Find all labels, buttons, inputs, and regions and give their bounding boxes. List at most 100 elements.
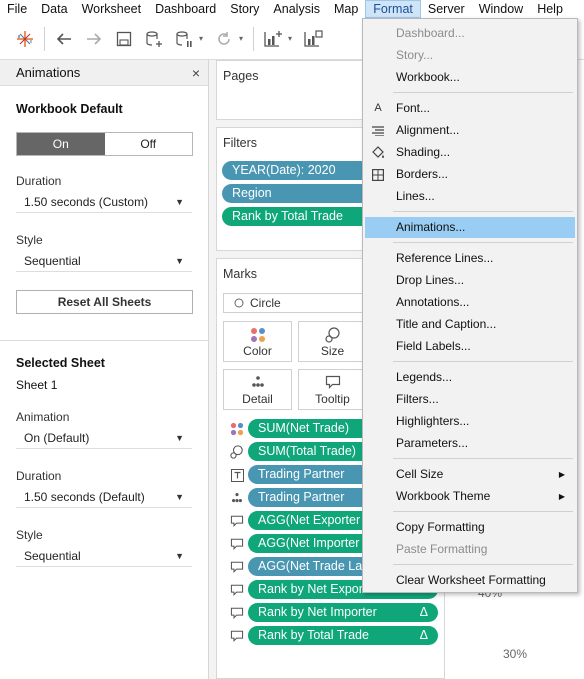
tooltip-button[interactable]: Tooltip — [298, 369, 367, 410]
menu-analysis[interactable]: Analysis — [266, 0, 327, 18]
size-button[interactable]: Size — [298, 321, 367, 362]
chevron-down-icon[interactable]: ▾ — [199, 34, 209, 43]
sheet-duration-dropdown[interactable]: 1.50 seconds (Default) ▼ — [16, 486, 192, 508]
tooltip-icon — [229, 536, 245, 552]
close-icon[interactable]: × — [192, 65, 200, 81]
menu-item-borders[interactable]: Borders... — [363, 164, 577, 185]
menu-item-drop-lines[interactable]: Drop Lines... — [363, 270, 577, 291]
tooltip-button-label: Tooltip — [315, 392, 350, 406]
menu-item-parameters[interactable]: Parameters... — [363, 433, 577, 454]
sheet-style-dropdown[interactable]: Sequential ▼ — [16, 545, 192, 567]
menu-item-story[interactable]: Story... — [363, 45, 577, 66]
menu-format[interactable]: Format — [365, 0, 421, 18]
new-datasource-icon[interactable] — [139, 24, 169, 54]
pages-card-title: Pages — [223, 69, 259, 83]
animations-pane: Animations × Workbook Default On Off Dur… — [0, 60, 209, 679]
menu-window[interactable]: Window — [472, 0, 530, 18]
menu-file[interactable]: File — [0, 0, 34, 18]
pause-updates-icon[interactable] — [169, 24, 199, 54]
detail-button-label: Detail — [242, 392, 273, 406]
detail-button[interactable]: Detail — [223, 369, 292, 410]
menu-item-alignment[interactable]: Alignment... — [363, 120, 577, 141]
menu-item-filters[interactable]: Filters... — [363, 389, 577, 410]
filter-pill[interactable]: YEAR(Date): 2020 — [222, 161, 372, 180]
animations-pane-title: Animations — [16, 65, 81, 80]
duplicate-icon[interactable] — [298, 24, 328, 54]
menu-dashboard[interactable]: Dashboard — [148, 0, 223, 18]
sheet-name: Sheet 1 — [16, 378, 58, 392]
toggle-on-button[interactable]: On — [17, 133, 105, 155]
menu-server[interactable]: Server — [421, 0, 472, 18]
duration-value: 1.50 seconds (Custom) — [24, 194, 149, 209]
reset-all-sheets-button[interactable]: Reset All Sheets — [16, 290, 193, 314]
animation-label: Animation — [16, 410, 70, 424]
menu-item-shading[interactable]: Shading... — [363, 142, 577, 163]
marks-field-label: Rank by Total Trade — [258, 628, 369, 642]
menu-separator — [393, 242, 573, 243]
filters-card-title: Filters — [223, 136, 258, 150]
shading-icon — [370, 142, 386, 163]
tooltip-icon — [299, 375, 366, 389]
menu-item-reference-lines[interactable]: Reference Lines... — [363, 248, 577, 269]
menu-data[interactable]: Data — [34, 0, 74, 18]
menu-help[interactable]: Help — [530, 0, 570, 18]
chevron-down-icon[interactable]: ▾ — [288, 34, 298, 43]
menu-item-title-and-caption[interactable]: Title and Caption... — [363, 314, 577, 335]
toggle-off-button[interactable]: Off — [104, 133, 192, 155]
marks-field-pill[interactable]: Rank by Total Trade Δ — [248, 626, 438, 645]
menu-item-lines[interactable]: Lines... — [363, 186, 577, 207]
menu-story[interactable]: Story — [223, 0, 266, 18]
color-button-label: Color — [243, 344, 272, 358]
delta-icon: Δ — [419, 628, 428, 642]
menu-item-animations[interactable]: Animations... — [365, 217, 575, 238]
new-worksheet-icon[interactable] — [258, 24, 288, 54]
menu-item-field-labels[interactable]: Field Labels... — [363, 336, 577, 357]
menu-item-highlighters[interactable]: Highlighters... — [363, 411, 577, 432]
refresh-icon[interactable] — [209, 24, 239, 54]
axis-tick-label: 30% — [503, 647, 528, 661]
marks-field-pill[interactable]: Rank by Net Importer Δ — [248, 603, 438, 622]
save-icon[interactable] — [109, 24, 139, 54]
menu-item-paste-formatting[interactable]: Paste Formatting — [363, 539, 577, 560]
alignment-icon — [370, 120, 386, 141]
sheet-duration-value: 1.50 seconds (Default) — [24, 489, 145, 504]
redo-icon[interactable] — [79, 24, 109, 54]
filter-pill[interactable]: Region — [222, 184, 372, 203]
toolbar-separator — [253, 26, 254, 51]
color-button[interactable]: Color — [223, 321, 292, 362]
font-icon: A — [374, 102, 382, 114]
menu-map[interactable]: Map — [327, 0, 365, 18]
format-menu: Dashboard... Story... Workbook... A Font… — [362, 18, 578, 593]
menu-item-legends[interactable]: Legends... — [363, 367, 577, 388]
menu-item-dashboard[interactable]: Dashboard... — [363, 23, 577, 44]
color-dots-icon — [229, 421, 245, 437]
selected-sheet-title: Selected Sheet — [16, 356, 105, 370]
menu-item-clear-worksheet-formatting[interactable]: Clear Worksheet Formatting — [363, 570, 577, 591]
menu-item-workbook-theme[interactable]: Workbook Theme ▶ — [363, 486, 577, 507]
menu-item-annotations[interactable]: Annotations... — [363, 292, 577, 313]
menu-worksheet[interactable]: Worksheet — [75, 0, 149, 18]
marks-field-label: Rank by Net Expor — [258, 582, 363, 596]
menu-item-label: Shading... — [396, 145, 451, 159]
menu-separator — [393, 92, 573, 93]
filter-pill[interactable]: Rank by Total Trade — [222, 207, 372, 226]
style-dropdown[interactable]: Sequential ▼ — [16, 250, 192, 272]
menu-item-cell-size[interactable]: Cell Size ▶ — [363, 464, 577, 485]
menu-item-label: Font... — [396, 101, 431, 115]
undo-icon[interactable] — [49, 24, 79, 54]
animation-value: On (Default) — [24, 430, 90, 445]
animation-dropdown[interactable]: On (Default) ▼ — [16, 427, 192, 449]
toolbar-separator — [44, 26, 45, 51]
menu-item-font[interactable]: A Font... — [363, 98, 577, 119]
detail-icon — [224, 375, 291, 389]
size-icon — [299, 327, 366, 343]
detail-icon — [229, 490, 245, 506]
size-icon — [229, 444, 245, 460]
chevron-down-icon[interactable]: ▾ — [239, 34, 249, 43]
tableau-logo-icon[interactable] — [10, 24, 40, 54]
menu-item-workbook[interactable]: Workbook... — [363, 67, 577, 88]
duration-dropdown[interactable]: 1.50 seconds (Custom) ▼ — [16, 191, 192, 213]
tooltip-icon — [229, 582, 245, 598]
menu-item-copy-formatting[interactable]: Copy Formatting — [363, 517, 577, 538]
mark-type-dropdown[interactable]: Circle — [223, 293, 373, 313]
